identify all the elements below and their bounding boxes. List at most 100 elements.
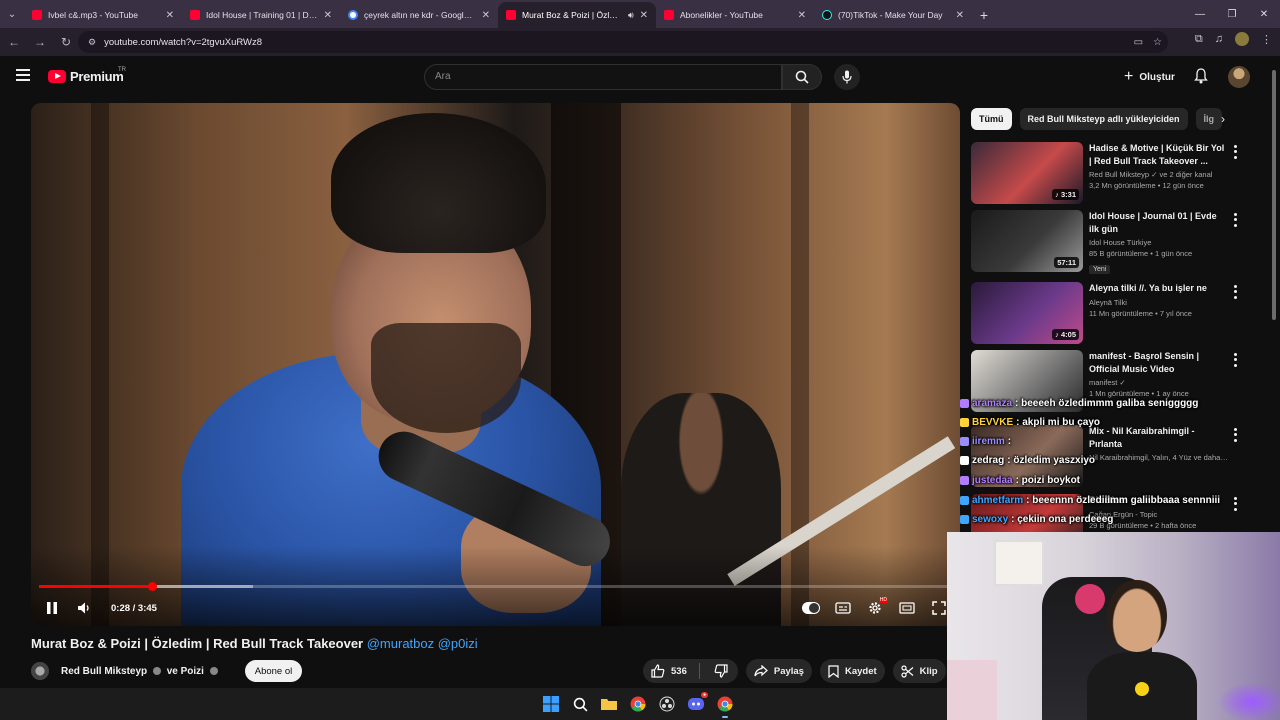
video-thumbnail[interactable]: ♪ 4:05 bbox=[971, 282, 1083, 344]
recommendation-item[interactable]: 57:11 Idol House | Journal 01 | Evde ilk … bbox=[971, 210, 1261, 274]
discord-taskbar-button[interactable]: ● bbox=[686, 692, 708, 714]
scrollbar-thumb[interactable] bbox=[1272, 70, 1276, 320]
recommendation-title[interactable]: Idol House | Journal 01 | Evde ilk gün bbox=[1089, 210, 1229, 235]
browser-tab[interactable]: çeyrek altın ne kdr - Google'da ✕ bbox=[340, 2, 498, 28]
chrome-taskbar-button[interactable] bbox=[628, 694, 648, 714]
subtitles-button[interactable] bbox=[834, 599, 852, 617]
settings-button[interactable]: HD bbox=[866, 597, 888, 617]
media-controls-icon[interactable]: ♫ bbox=[1215, 33, 1223, 45]
volume-button[interactable] bbox=[75, 599, 93, 617]
page-scrollbar[interactable] bbox=[1270, 62, 1278, 324]
restore-icon[interactable]: ❐ bbox=[1216, 0, 1248, 28]
chrome-active-taskbar-button[interactable] bbox=[715, 694, 735, 718]
chrome-icon bbox=[630, 696, 646, 712]
chat-message: iiremm: bbox=[960, 436, 1011, 447]
speaker-icon[interactable]: 🔊︎ bbox=[628, 10, 634, 21]
close-tab-icon[interactable]: ✕ bbox=[956, 10, 964, 21]
thumbs-up-icon[interactable] bbox=[651, 664, 665, 678]
recommendation-item[interactable]: ♪ 4:05 Aleyna tilki //. Ya bu işler ne Ale… bbox=[971, 282, 1261, 344]
close-window-icon[interactable]: ✕ bbox=[1248, 0, 1280, 28]
back-icon[interactable]: ← bbox=[2, 30, 26, 54]
forward-icon[interactable]: → bbox=[28, 30, 52, 54]
more-options-icon[interactable] bbox=[1229, 212, 1241, 228]
recommendation-channel[interactable]: Idol House Türkiye bbox=[1089, 238, 1229, 247]
more-options-icon[interactable] bbox=[1229, 496, 1241, 512]
browser-tab[interactable]: Ivbel c&.mp3 - YouTube ✕ bbox=[24, 2, 182, 28]
autoplay-switch-icon bbox=[802, 602, 820, 614]
chat-badge-icon bbox=[960, 399, 969, 408]
obs-taskbar-button[interactable] bbox=[657, 694, 677, 714]
guide-menu-icon[interactable] bbox=[16, 69, 30, 81]
video-player[interactable]: 0:28 / 3:45 HD bbox=[31, 103, 960, 626]
browser-tab[interactable]: (70)TikTok - Make Your Day ✕ bbox=[814, 2, 972, 28]
new-badge: Yeni bbox=[1089, 265, 1111, 274]
pause-button[interactable] bbox=[43, 599, 61, 617]
duration-badge: 57:11 bbox=[1054, 257, 1079, 268]
recommendation-title[interactable]: Mix - Nil Karaibrahimgil - Pırlanta bbox=[1089, 425, 1229, 450]
cast-icon[interactable]: ▭ bbox=[1134, 37, 1143, 48]
recommendation-title[interactable]: manifest - Başrol Sensin | Official Musi… bbox=[1089, 350, 1229, 375]
more-options-icon[interactable] bbox=[1229, 427, 1241, 443]
chip-all[interactable]: Tümü bbox=[971, 108, 1012, 130]
more-options-icon[interactable] bbox=[1229, 352, 1241, 368]
video-thumbnail[interactable]: 57:11 bbox=[971, 210, 1083, 272]
chat-username: iiremm bbox=[972, 436, 1005, 447]
dislike-button[interactable] bbox=[706, 664, 738, 678]
like-count[interactable]: 536 bbox=[671, 666, 687, 677]
chip-from-uploader[interactable]: Red Bull Miksteyp adlı yükleyiciden bbox=[1019, 108, 1188, 130]
share-button[interactable]: Paylaş bbox=[745, 659, 812, 683]
reload-icon[interactable]: ↻ bbox=[54, 30, 78, 54]
address-bar[interactable]: ⚙ youtube.com/watch?v=2tgvuXuRWz8 ▭ ☆ bbox=[78, 31, 1168, 53]
extensions-icon[interactable]: ⧉ bbox=[1195, 33, 1203, 46]
recommendation-title[interactable]: Aleyna tilki //. Ya bu işler ne bbox=[1089, 282, 1229, 295]
clip-button[interactable]: Klip bbox=[892, 659, 946, 683]
file-explorer-button[interactable] bbox=[599, 694, 619, 714]
save-button[interactable]: Kaydet bbox=[819, 659, 885, 683]
channel-name[interactable]: Red Bull Miksteyp ve Poizi bbox=[61, 666, 221, 677]
minimize-icon[interactable]: — bbox=[1184, 0, 1216, 28]
progress-bar[interactable] bbox=[39, 582, 952, 591]
tab-search-icon[interactable]: ⌄ bbox=[0, 0, 24, 28]
channel-avatar[interactable] bbox=[31, 662, 49, 680]
theater-mode-button[interactable] bbox=[898, 599, 916, 617]
close-tab-icon[interactable]: ✕ bbox=[324, 10, 332, 21]
more-options-icon[interactable] bbox=[1229, 284, 1241, 300]
close-tab-icon[interactable]: ✕ bbox=[640, 10, 648, 21]
create-button[interactable]: + Oluştur bbox=[1114, 64, 1185, 90]
channel-name-text: Red Bull Miksteyp bbox=[61, 665, 148, 677]
autoplay-toggle[interactable] bbox=[802, 599, 820, 617]
recommendation-title[interactable]: Hadise & Motive | Küçük Bir Yol | Red Bu… bbox=[1089, 142, 1229, 167]
close-tab-icon[interactable]: ✕ bbox=[798, 10, 806, 21]
close-tab-icon[interactable]: ✕ bbox=[482, 10, 490, 21]
start-button[interactable] bbox=[541, 694, 561, 714]
user-avatar[interactable] bbox=[1228, 66, 1250, 88]
browser-tab[interactable]: Idol House | Training 01 | Dans ✕ bbox=[182, 2, 340, 28]
chevron-right-icon[interactable]: › bbox=[1214, 110, 1232, 128]
youtube-logo[interactable]: Premium bbox=[48, 69, 124, 84]
new-tab-button[interactable]: + bbox=[972, 2, 996, 28]
recommendation-channel[interactable]: manifest ✓ bbox=[1089, 378, 1229, 387]
streamer-face bbox=[1107, 580, 1167, 652]
bookmark-star-icon[interactable]: ☆ bbox=[1153, 37, 1162, 48]
close-tab-icon[interactable]: ✕ bbox=[166, 10, 174, 21]
search-input[interactable]: Ara bbox=[424, 64, 782, 90]
subscribe-button[interactable]: Abone ol bbox=[244, 660, 303, 682]
video-thumbnail[interactable]: ♪ 3:31 bbox=[971, 142, 1083, 204]
taskbar-search-button[interactable] bbox=[570, 694, 590, 714]
fullscreen-button[interactable] bbox=[930, 599, 948, 617]
browser-tab[interactable]: Abonelikler - YouTube ✕ bbox=[656, 2, 814, 28]
profile-avatar[interactable] bbox=[1235, 32, 1249, 46]
recommendation-channel[interactable]: Red Bull Miksteyp ✓ ve 2 diğer kanal bbox=[1089, 170, 1229, 179]
voice-search-button[interactable] bbox=[834, 64, 860, 90]
search-button[interactable] bbox=[782, 64, 822, 90]
recommendation-item[interactable]: ♪ 3:31 Hadise & Motive | Küçük Bir Yol | … bbox=[971, 142, 1261, 204]
site-info-icon[interactable]: ⚙ bbox=[88, 37, 96, 48]
recommendation-channel[interactable]: Aleynā Tilki bbox=[1089, 298, 1229, 307]
video-mentions-link[interactable]: @muratboz @p0izi bbox=[367, 636, 478, 651]
browser-menu-icon[interactable]: ⋮ bbox=[1261, 33, 1272, 46]
more-options-icon[interactable] bbox=[1229, 144, 1241, 160]
browser-tab[interactable]: Murat Boz & Poizi | Özledim 🔊︎ ✕ bbox=[498, 2, 656, 28]
notifications-button[interactable] bbox=[1192, 66, 1210, 86]
search-icon bbox=[795, 70, 809, 84]
recommendation-channel[interactable]: Nil Karaibrahimgil, Yalın, 4 Yüz ve daha… bbox=[1089, 453, 1229, 462]
